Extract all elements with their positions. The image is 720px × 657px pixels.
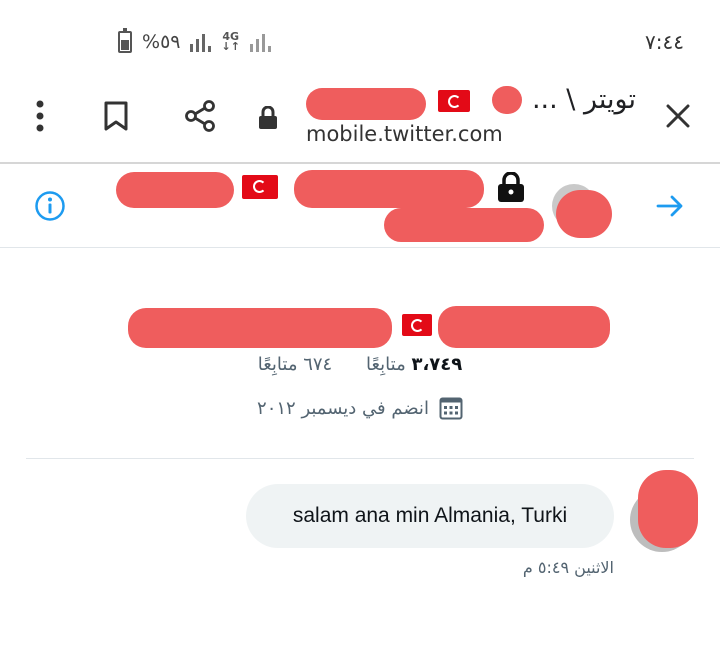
joined-date: انضم في ديسمبر ٢٠١٢ — [0, 396, 720, 420]
battery-icon — [118, 28, 132, 53]
profile-stats: ٣،٧٤٩ متابِعًا ٦٧٤ متابِعًا — [0, 354, 720, 375]
flag-tr — [242, 175, 278, 199]
battery-percent: %٥٩ — [142, 31, 181, 53]
network-type: 4G ↓↑ — [221, 30, 240, 53]
flag-tr — [438, 90, 470, 112]
redaction-mark — [384, 208, 544, 242]
redaction-mark — [438, 306, 610, 348]
arrow-right-icon[interactable] — [652, 188, 688, 224]
share-icon[interactable] — [180, 96, 220, 136]
following-stat[interactable]: ٣،٧٤٩ متابِعًا — [366, 354, 462, 375]
signal-icon-2 — [249, 32, 271, 52]
page-url[interactable]: mobile.twitter.com — [306, 122, 503, 146]
flag-tr — [402, 314, 432, 336]
calendar-icon — [439, 396, 463, 420]
menu-dots-icon[interactable] — [20, 96, 60, 136]
message-timestamp: الاثنين ٥:٤٩ م — [522, 558, 614, 577]
joined-text: انضم في ديسمبر ٢٠١٢ — [257, 397, 429, 419]
profile-divider — [26, 458, 694, 459]
followers-stat[interactable]: ٦٧٤ متابِعًا — [258, 354, 333, 375]
redaction-mark — [116, 172, 234, 208]
redaction-mark — [492, 86, 522, 114]
page-title: تويتر \ ... — [531, 84, 636, 115]
signal-icon — [190, 32, 212, 52]
status-indicators: %٥٩ 4G ↓↑ — [118, 28, 271, 56]
bookmark-icon[interactable] — [96, 96, 136, 136]
protected-lock-icon — [496, 171, 528, 204]
close-icon[interactable] — [658, 96, 698, 136]
message-text: salam ana min Almania, Turki — [292, 504, 568, 527]
redaction-mark — [556, 190, 612, 238]
status-bar: %٥٩ 4G ↓↑ ٧:٤٤ — [0, 0, 720, 70]
message-bubble[interactable]: salam ana min Almania, Turki — [246, 484, 614, 548]
redaction-mark — [306, 88, 426, 120]
status-time: ٧:٤٤ — [645, 30, 684, 54]
lock-icon — [248, 98, 288, 138]
redaction-mark — [638, 470, 698, 548]
redaction-mark — [128, 308, 392, 348]
info-icon[interactable] — [34, 190, 66, 222]
redaction-mark — [294, 170, 484, 208]
